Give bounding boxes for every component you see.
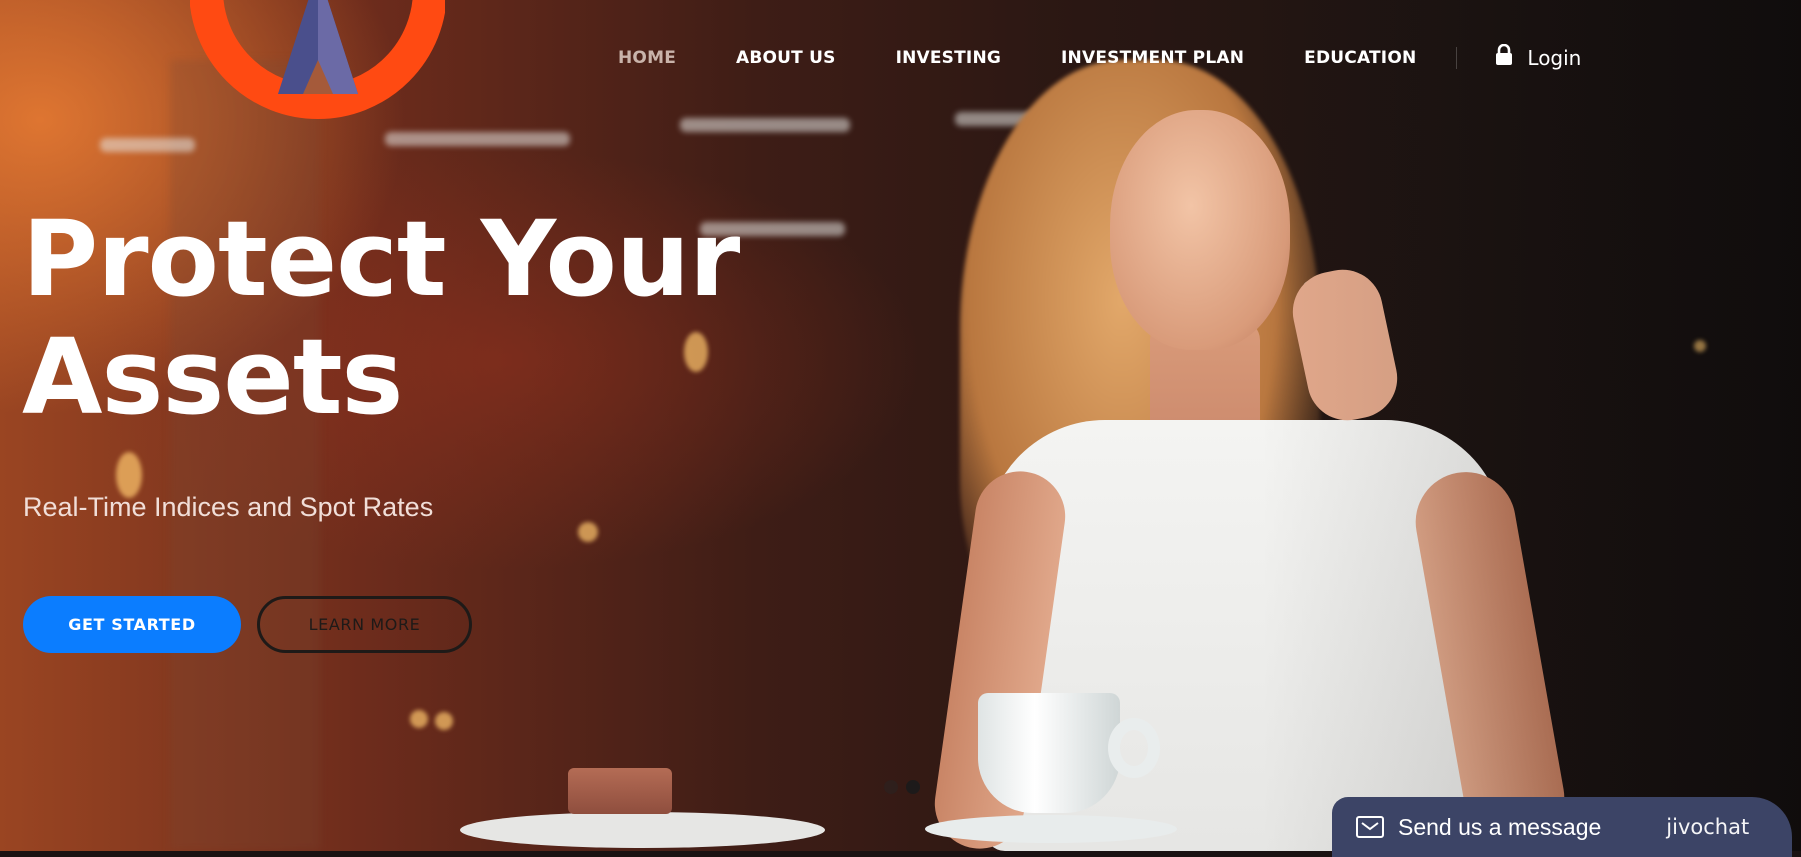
hero-title-line1: Protect Your (22, 198, 740, 320)
nav-item-home[interactable]: HOME (618, 48, 676, 68)
hero-title-line2: Assets (22, 316, 403, 438)
chat-message-label: Send us a message (1398, 813, 1602, 840)
nav-item-about-us[interactable]: ABOUT US (736, 48, 836, 68)
learn-more-button[interactable]: LEARN MORE (257, 596, 472, 653)
get-started-button[interactable]: GET STARTED (23, 596, 241, 653)
hero-subtitle: Real-Time Indices and Spot Rates (23, 492, 434, 522)
nav-item-investment-plan[interactable]: INVESTMENT PLAN (1061, 48, 1244, 68)
login-link[interactable]: Login (1495, 43, 1582, 71)
main-nav: HOME ABOUT US INVESTING INVESTMENT PLAN … (618, 43, 1582, 71)
slider-dots (884, 780, 920, 794)
slider-dot-2[interactable] (906, 780, 920, 794)
jivochat-logo: jivochat (1666, 815, 1750, 839)
slider-dot-1[interactable] (884, 780, 898, 794)
nav-item-investing[interactable]: INVESTING (896, 48, 1001, 68)
logo-ring-a-icon[interactable] (189, 0, 447, 125)
hero-title: Protect Your Assets (22, 198, 740, 438)
nav-item-education[interactable]: EDUCATION (1304, 48, 1416, 68)
login-label: Login (1527, 45, 1582, 70)
nav-divider (1456, 46, 1458, 69)
chat-widget[interactable]: Send us a message jivochat (1332, 797, 1792, 857)
mail-icon (1356, 816, 1384, 838)
lock-icon (1495, 43, 1513, 71)
